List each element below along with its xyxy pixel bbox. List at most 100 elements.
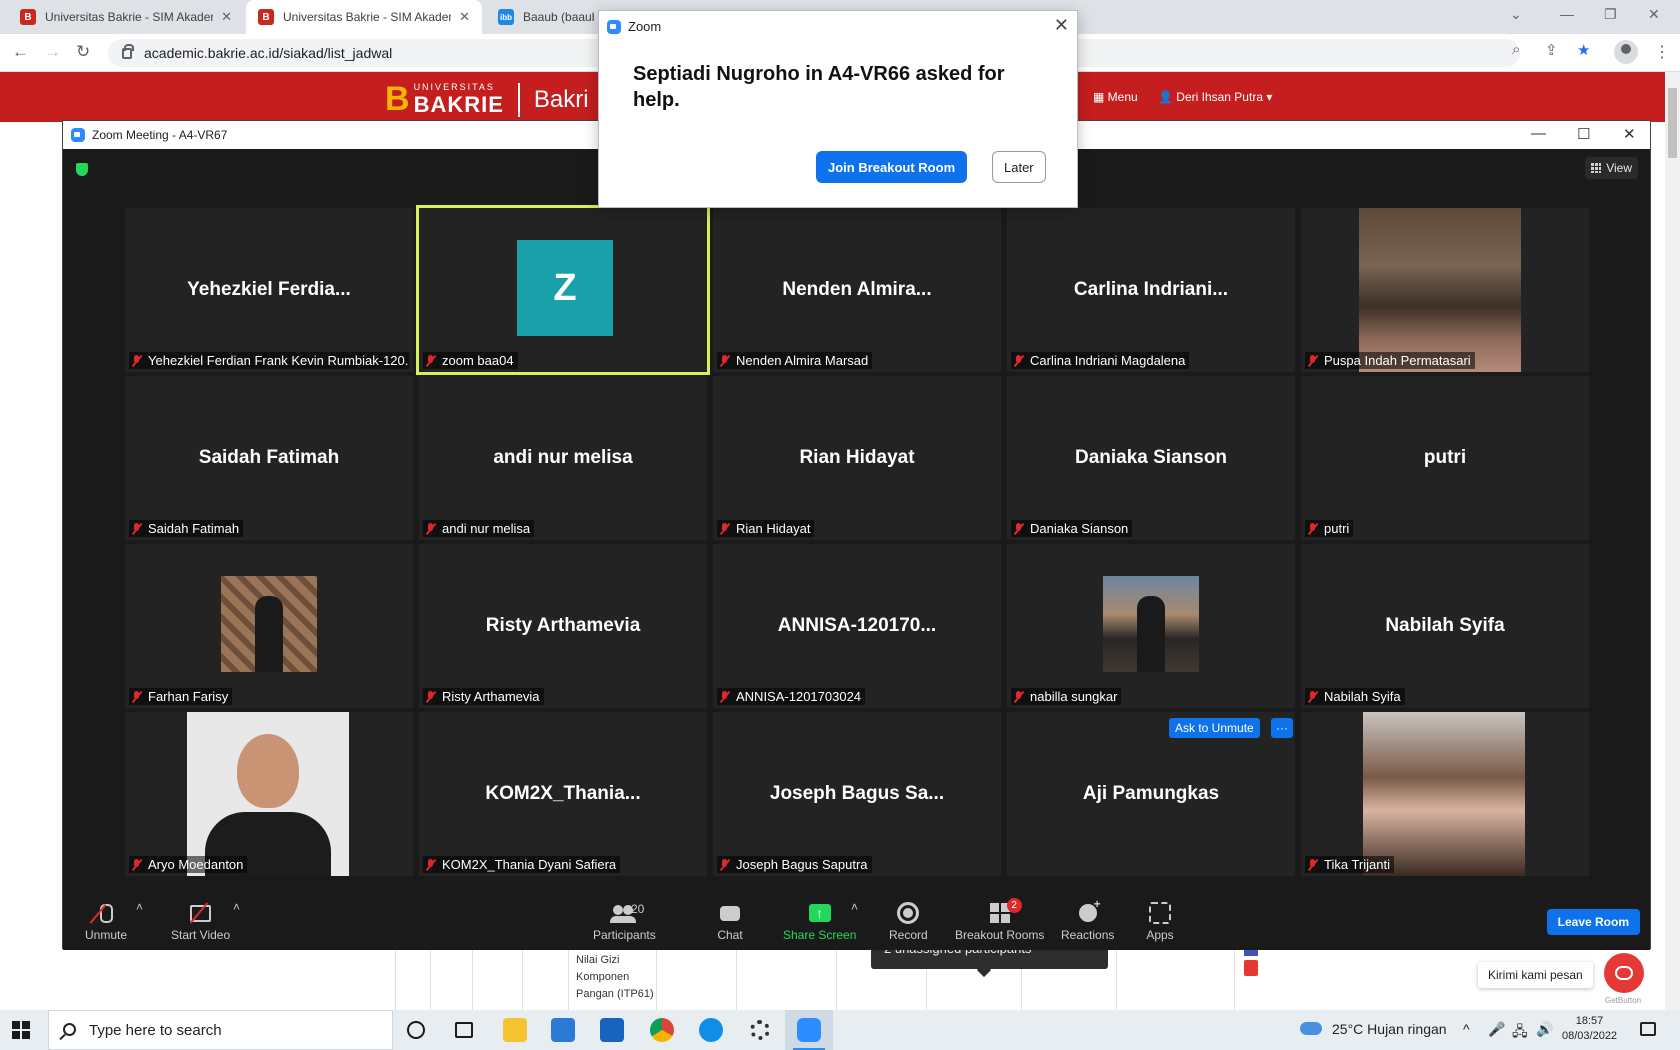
- zoom-lens-icon[interactable]: ⌕: [1512, 41, 1520, 58]
- close-icon[interactable]: ✕: [1054, 15, 1069, 36]
- teamviewer-icon[interactable]: [699, 1018, 723, 1042]
- participant-video-tile[interactable]: Farhan Farisy: [125, 544, 413, 708]
- reload-icon[interactable]: ↻: [76, 42, 90, 62]
- minimize-icon[interactable]: —: [1560, 6, 1574, 22]
- apps-label: Apps: [1146, 928, 1174, 942]
- table-divider: [568, 948, 569, 1010]
- participant-video-tile[interactable]: Rian Hidayat Rian Hidayat: [713, 376, 1001, 540]
- share-options-chevron-icon[interactable]: ˄: [851, 900, 858, 914]
- settings-gear-icon[interactable]: [750, 1020, 770, 1040]
- start-video-button[interactable]: Start Video: [171, 900, 230, 942]
- participant-video-tile[interactable]: Saidah Fatimah Saidah Fatimah: [125, 376, 413, 540]
- close-tab-icon[interactable]: ✕: [459, 9, 470, 25]
- task-view-icon[interactable]: [455, 1022, 473, 1038]
- user-name: Deri Ihsan Putra: [1176, 90, 1263, 104]
- join-breakout-room-button[interactable]: Join Breakout Room: [816, 151, 968, 183]
- microphone-tray-icon[interactable]: 🎤: [1488, 1021, 1505, 1038]
- browser-tab-2[interactable]: B Universitas Bakrie - SIM Akadem ✕: [246, 0, 482, 34]
- close-tab-icon[interactable]: ✕: [221, 9, 232, 25]
- record-button[interactable]: Record: [889, 900, 928, 942]
- cortana-icon[interactable]: [407, 1021, 425, 1039]
- browser-menu-icon[interactable]: ⋮: [1654, 42, 1670, 62]
- weather-cloud-icon[interactable]: [1300, 1022, 1322, 1035]
- participant-video-tile[interactable]: nabilla sungkar: [1007, 544, 1295, 708]
- microphone-muted-icon: [425, 858, 436, 871]
- view-button[interactable]: View: [1585, 157, 1638, 179]
- audio-options-chevron-icon[interactable]: ˄: [136, 900, 143, 914]
- scrollbar-thumb[interactable]: [1668, 88, 1677, 158]
- apps-button[interactable]: Apps: [1145, 900, 1175, 942]
- participant-video-tile[interactable]: Joseph Bagus Sa... Joseph Bagus Saputra: [713, 712, 1001, 876]
- participant-video-tile[interactable]: Nabilah Syifa Nabilah Syifa: [1301, 544, 1589, 708]
- taskbar-clock[interactable]: 18:57 08/03/2022: [1562, 1014, 1617, 1044]
- participants-button[interactable]: 20 Participants: [593, 900, 656, 942]
- breakout-rooms-button[interactable]: 2 Breakout Rooms: [955, 898, 1044, 942]
- unmute-button[interactable]: Unmute: [85, 900, 127, 942]
- close-icon[interactable]: ✕: [1623, 125, 1636, 143]
- participant-video-tile[interactable]: Aryo Moedanton: [125, 712, 413, 876]
- participant-video-tile[interactable]: ANNISA-120170... ANNISA-1201703024: [713, 544, 1001, 708]
- tray-overflow-chevron-icon[interactable]: ^: [1463, 1021, 1470, 1037]
- network-icon[interactable]: 🖧: [1512, 1021, 1528, 1045]
- participant-video-tile[interactable]: Risty Arthamevia Risty Arthamevia: [419, 544, 707, 708]
- participant-name-label: nabilla sungkar: [1011, 688, 1122, 705]
- taskbar-search-input[interactable]: Type here to search: [48, 1010, 393, 1050]
- tab-search-icon[interactable]: ⌄: [1510, 6, 1522, 23]
- microphone-muted-icon: [425, 354, 436, 367]
- chat-button[interactable]: Chat: [715, 900, 745, 942]
- forward-arrow-icon[interactable]: →: [44, 42, 61, 62]
- security-shield-icon[interactable]: [76, 163, 88, 176]
- view-label: View: [1606, 161, 1632, 175]
- more-options-button[interactable]: ···: [1271, 718, 1293, 738]
- video-options-chevron-icon[interactable]: ˄: [233, 900, 240, 914]
- file-explorer-icon[interactable]: [503, 1018, 527, 1042]
- user-menu-link[interactable]: 👤 Deri Ihsan Putra ▾: [1158, 90, 1272, 104]
- participant-name-text: Farhan Farisy: [148, 689, 229, 704]
- participant-name-label: putri: [1305, 520, 1354, 537]
- participant-video-tile[interactable]: andi nur melisa andi nur melisa: [419, 376, 707, 540]
- participant-name-text: KOM2X_Thania Dyani Safiera: [442, 857, 617, 872]
- leave-room-button[interactable]: Leave Room: [1546, 909, 1640, 935]
- participant-video-tile[interactable]: Carlina Indriani... Carlina Indriani Magd…: [1007, 208, 1295, 372]
- close-window-icon[interactable]: ✕: [1648, 6, 1660, 23]
- weather-text[interactable]: 25°C Hujan ringan: [1332, 1021, 1447, 1037]
- ask-to-unmute-button[interactable]: Ask to Unmute: [1169, 718, 1260, 738]
- participant-name-label: ANNISA-1201703024: [717, 688, 866, 705]
- delete-button[interactable]: [1244, 960, 1258, 976]
- browser-tab-3[interactable]: ibb Baaub (baaub): [486, 0, 606, 34]
- minimize-icon[interactable]: —: [1531, 125, 1546, 142]
- participant-video-tile[interactable]: Tika Trijanti: [1301, 712, 1589, 876]
- edit-button[interactable]: [1244, 950, 1258, 956]
- chrome-icon[interactable]: [650, 1018, 674, 1042]
- participant-video-tile[interactable]: Puspa Indah Permatasari: [1301, 208, 1589, 372]
- bookmark-star-icon[interactable]: ★: [1577, 41, 1590, 59]
- participant-video-tile[interactable]: putri putri: [1301, 376, 1589, 540]
- zoom-app-icon[interactable]: [797, 1018, 821, 1042]
- share-screen-button[interactable]: Share Screen: [783, 900, 856, 942]
- participant-video-tile[interactable]: Nenden Almira... Nenden Almira Marsad: [713, 208, 1001, 372]
- table-cell-line: Pangan (ITP61): [576, 988, 654, 1000]
- mail-icon[interactable]: [600, 1018, 624, 1042]
- microsoft-store-icon[interactable]: [551, 1018, 575, 1042]
- notification-center-icon[interactable]: [1640, 1022, 1656, 1036]
- later-button[interactable]: Later: [992, 151, 1046, 183]
- profile-avatar-icon[interactable]: [1614, 40, 1638, 64]
- reactions-button[interactable]: Reactions: [1061, 897, 1114, 942]
- participant-video-tile[interactable]: Aji Pamungkas Ask to Unmute ···: [1007, 712, 1295, 876]
- restore-icon[interactable]: ❐: [1604, 6, 1617, 23]
- site-menu-link[interactable]: ▦ Menu: [1093, 90, 1138, 104]
- chat-prompt[interactable]: Kirimi kami pesan: [1478, 962, 1593, 988]
- participant-video-tile[interactable]: KOM2X_Thania... KOM2X_Thania Dyani Safier…: [419, 712, 707, 876]
- browser-tab-label: Baaub (baaub): [523, 10, 594, 24]
- chat-button[interactable]: [1604, 953, 1644, 993]
- browser-tab-1[interactable]: B Universitas Bakrie - SIM Akadem ✕: [8, 0, 244, 34]
- participant-video-tile[interactable]: Zzoom baa04: [416, 205, 710, 375]
- maximize-icon[interactable]: ☐: [1577, 125, 1590, 143]
- windows-start-icon[interactable]: [12, 1021, 30, 1039]
- participant-video-tile[interactable]: Yehezkiel Ferdia... Yehezkiel Ferdian Fra…: [125, 208, 413, 372]
- volume-icon[interactable]: 🔊: [1536, 1021, 1553, 1038]
- share-icon[interactable]: ⇪: [1545, 41, 1558, 59]
- participant-video-tile[interactable]: Daniaka Sianson Daniaka Sianson: [1007, 376, 1295, 540]
- page-scrollbar[interactable]: [1665, 72, 1680, 1010]
- back-arrow-icon[interactable]: ←: [12, 42, 29, 62]
